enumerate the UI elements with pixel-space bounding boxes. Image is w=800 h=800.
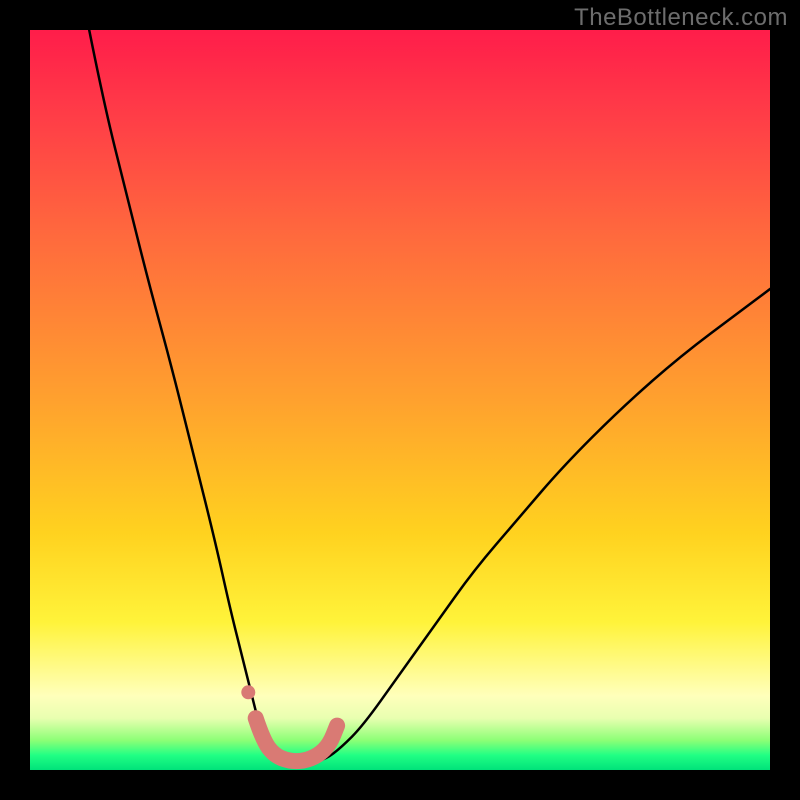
chart-frame: TheBottleneck.com: [0, 0, 800, 800]
plot-area: [30, 30, 770, 770]
bottleneck-curve: [89, 30, 770, 763]
highlight-dot: [241, 685, 255, 699]
watermark-text: TheBottleneck.com: [574, 4, 788, 32]
highlight-trough: [256, 718, 337, 761]
curve-layer: [30, 30, 770, 770]
